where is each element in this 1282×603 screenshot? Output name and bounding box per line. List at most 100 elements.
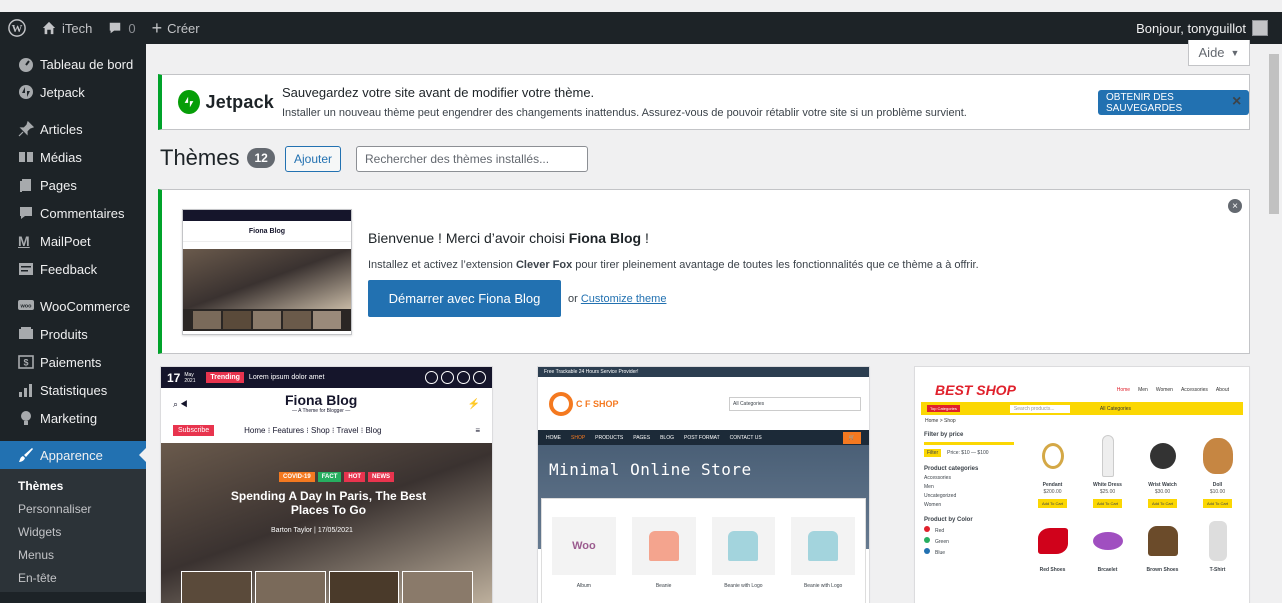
cf-nav-item: POST FORMAT xyxy=(684,434,720,441)
bs-menu-item: Women xyxy=(1155,386,1173,393)
greeting: Bonjour, tonyguillot xyxy=(1136,20,1246,36)
get-backups-button[interactable]: OBTENIR DES SAUVEGARDES xyxy=(1098,90,1249,115)
menu-dashboard[interactable]: Tableau de bord xyxy=(0,50,146,78)
menu-payments[interactable]: $ Paiements xyxy=(0,348,146,376)
plus-icon: + xyxy=(151,18,163,38)
cf-product-name: Beanie with Logo xyxy=(724,583,763,589)
start-theme-button[interactable]: Démarrer avec Fiona Blog xyxy=(368,280,561,317)
bs-breadcrumb: Home > Shop xyxy=(925,418,956,424)
menu-mailpoet[interactable]: M MailPoet xyxy=(0,227,146,255)
bs-menu-item: About xyxy=(1215,386,1229,393)
tag: HOT xyxy=(344,472,366,482)
menu-products[interactable]: Produits xyxy=(0,320,146,348)
submenu-widgets[interactable]: Widgets xyxy=(0,521,146,544)
menu-pages[interactable]: Pages xyxy=(0,171,146,199)
page-scrollbar[interactable] xyxy=(1266,44,1282,603)
cf-banner: Minimal Online Store Woo Album Beanie Bea… xyxy=(538,445,869,603)
marketing-icon xyxy=(18,408,38,428)
welcome-or: or Customize theme xyxy=(568,293,666,305)
theme-card-cf-shop[interactable]: Free Trackable 24 Hours Service Provider… xyxy=(537,366,870,603)
tag: FACT xyxy=(317,472,342,482)
welcome-notice: Fiona Blog Bienvenue ! Merci d’avoir cho… xyxy=(158,189,1250,354)
admin-sidebar: Tableau de bord Jetpack Articles Médias … xyxy=(0,44,146,603)
wordpress-logo-icon[interactable]: W xyxy=(0,12,34,44)
add-theme-button[interactable]: Ajouter xyxy=(285,146,342,172)
fiona-date-month: May 2021 xyxy=(184,371,196,384)
menu-label: WooCommerce xyxy=(40,298,131,314)
cf-nav-item: BLOG xyxy=(660,434,674,441)
bs-add-to-cart: Add To Cart xyxy=(1202,499,1233,508)
dashboard-icon xyxy=(18,54,38,74)
bs-logo: BEST SHOP xyxy=(935,381,1016,398)
fiona-hero: COVID-19 FACT HOT NEWS Spending A Day In… xyxy=(161,443,492,603)
bs-header: BEST SHOP Home Men Women Accessories Abo… xyxy=(915,377,1249,402)
welcome-theme-name: Fiona Blog xyxy=(568,230,642,246)
theme-card-best-shop[interactable]: BEST SHOP Home Men Women Accessories Abo… xyxy=(914,366,1250,603)
menu-marketing[interactable]: Marketing xyxy=(0,404,146,432)
menu-comments[interactable]: Commentaires xyxy=(0,199,146,227)
menu-label: Paiements xyxy=(40,354,102,370)
fiona-date-day: 17 xyxy=(167,370,181,385)
customize-theme-link[interactable]: Customize theme xyxy=(581,293,667,305)
cf-product: Beanie xyxy=(631,517,696,589)
close-icon[interactable]: × xyxy=(1232,93,1241,111)
menu-label: Marketing xyxy=(40,410,98,426)
theme-count-badge: 12 xyxy=(247,148,275,168)
menu-medias[interactable]: Médias xyxy=(0,143,146,171)
avatar xyxy=(1252,20,1268,36)
feedback-icon xyxy=(18,259,38,279)
bs-product: Brcaelet xyxy=(1081,516,1134,573)
bs-product: White Dress $25.00 Add To Cart xyxy=(1081,431,1134,508)
help-tab-button[interactable]: Aide ▼ xyxy=(1188,40,1250,66)
bs-menu-item: Accessories xyxy=(1180,386,1208,393)
cf-banner-title: Minimal Online Store xyxy=(549,460,752,479)
welcome-title-prefix: Bienvenue ! Merci d’avoir choisi xyxy=(368,230,569,246)
bs-menu-item: Men xyxy=(1138,386,1148,393)
bs-add-to-cart: Add To Cart xyxy=(1147,499,1178,508)
bs-category: Women xyxy=(924,502,942,508)
media-icon xyxy=(18,147,38,167)
menu-label: Feedback xyxy=(40,261,98,277)
cf-product-panel: Woo Album Beanie Beanie with Logo Beanie … xyxy=(541,498,866,603)
menu-stats[interactable]: Statistiques xyxy=(0,376,146,404)
submenu-themes[interactable]: Thèmes xyxy=(0,475,146,498)
tag: NEWS xyxy=(368,472,395,482)
new-content-link[interactable]: + Créer xyxy=(144,12,208,44)
theme-card-fiona-blog[interactable]: 17 May 2021 Trending Lorem ipsum dolor a… xyxy=(160,366,493,603)
menu-jetpack[interactable]: Jetpack xyxy=(0,78,146,106)
submenu-customize[interactable]: Personnaliser xyxy=(0,498,146,521)
theme-search-input[interactable]: Rechercher des thèmes installés... xyxy=(356,146,588,172)
bs-product: Pendant $200.00 Add To Cart xyxy=(1026,431,1079,508)
bs-color: Green xyxy=(924,537,1014,545)
dismiss-icon[interactable]: × xyxy=(1228,199,1242,213)
welcome-desc-suffix: pour tirer pleinement avantage de toutes… xyxy=(572,259,979,271)
comments-count: 0 xyxy=(128,20,136,36)
home-icon xyxy=(42,21,56,35)
submenu-header[interactable]: En-tête xyxy=(0,567,146,590)
site-name-link[interactable]: iTech xyxy=(34,12,100,44)
bs-product: T-Shirt xyxy=(1191,516,1244,573)
bs-color-name: Red xyxy=(935,528,945,534)
bs-menu: Home Men Women Accessories About xyxy=(1117,387,1229,393)
pages-icon xyxy=(18,175,38,195)
cf-product: Beanie with Logo xyxy=(791,517,855,589)
fiona-headline: Spending A Day In Paris, The Best Places… xyxy=(230,489,427,517)
submenu-menus[interactable]: Menus xyxy=(0,544,146,567)
bs-product-name: Brcaelet xyxy=(1097,567,1118,573)
menu-articles[interactable]: Articles xyxy=(0,115,146,143)
cart-icon: 🛒 xyxy=(842,431,861,444)
svg-text:woo: woo xyxy=(20,304,33,310)
menu-appearance[interactable]: Apparence xyxy=(0,441,146,469)
bs-product: Brown Shoes xyxy=(1136,516,1189,573)
themes-heading: Thèmes 12 Ajouter Rechercher des thèmes … xyxy=(160,145,588,172)
comments-link[interactable]: 0 xyxy=(100,12,143,44)
scrollbar-thumb[interactable] xyxy=(1269,54,1279,214)
comment-bubble-icon xyxy=(108,21,122,35)
menu-woocommerce[interactable]: woo WooCommerce xyxy=(0,292,146,320)
bs-color: Red xyxy=(924,526,1014,534)
cf-nav: HOME SHOP PRODUCTS PAGES BLOG POST FORMA… xyxy=(538,430,869,445)
menu-feedback[interactable]: Feedback xyxy=(0,255,146,283)
bs-category: Accessories xyxy=(924,475,951,481)
bs-product-name: Brown Shoes xyxy=(1146,567,1179,573)
fiona-nav: Subscribe Home ⁝ Features ⁝ Shop ⁝ Trave… xyxy=(161,420,492,440)
